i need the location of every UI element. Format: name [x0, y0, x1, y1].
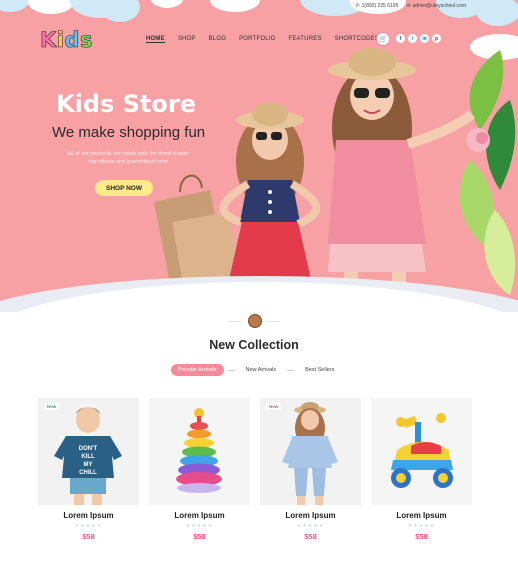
tab-best-sellers[interactable]: Best Sellers [298, 364, 341, 376]
teddy-bear-icon [248, 314, 262, 328]
star-rating: ★★★★★ [407, 523, 436, 529]
site-logo[interactable]: Kids [40, 28, 94, 53]
product-price: $58 [193, 532, 206, 541]
cloud-decoration [210, 0, 260, 12]
nav-item-features[interactable]: FEATURES [288, 36, 321, 43]
topbar: ✆ 1(800) 225 6195 ✉ admin@ufeyschool.com [355, 3, 466, 9]
product-price: $58 [304, 532, 317, 541]
phone-icon: ✆ [355, 3, 360, 9]
product-name[interactable]: Lorem Ipsum [38, 511, 139, 520]
product-price: $58 [82, 532, 95, 541]
product-grid: New DON'T KILL MY CHILL Lorem Ipsum ★★★★… [38, 398, 472, 541]
cloud-decoration [0, 0, 30, 12]
topbar-email[interactable]: ✉ admin@ufeyschool.com [406, 3, 466, 9]
divider-line [228, 321, 242, 322]
nav-item-shortcodes[interactable]: SHORTCODES [335, 36, 379, 43]
facebook-icon[interactable]: f [396, 34, 405, 43]
section-title: New Collection [209, 338, 299, 352]
logo-letter: s [80, 28, 94, 53]
star-rating: ★★★★★ [296, 523, 325, 529]
tab-separator [287, 369, 295, 371]
collection-tabs: Popular Arrivals New Arrivals Best Selle… [171, 364, 341, 376]
tab-new-arrivals[interactable]: New Arrivals [239, 364, 284, 376]
pinterest-icon[interactable]: p [432, 34, 441, 43]
main-nav: HOME SHOP BLOG PORTFOLIO FEATURES SHORTC… [146, 36, 392, 43]
product-image[interactable]: New [260, 398, 361, 505]
product-image[interactable] [371, 398, 472, 505]
star-rating: ★★★★★ [185, 523, 214, 529]
tab-separator [227, 369, 235, 371]
cloud-decoration [100, 0, 140, 22]
cloud-decoration [28, 0, 74, 14]
nav-item-home[interactable]: HOME [146, 36, 165, 43]
svg-text:MY: MY [84, 462, 93, 468]
cart-icon[interactable]: 🛒 [376, 32, 390, 46]
star-rating: ★★★★★ [74, 523, 103, 529]
product-image[interactable] [149, 398, 250, 505]
nav-item-portfolio[interactable]: PORTFOLIO [239, 36, 275, 43]
product-name[interactable]: Lorem Ipsum [371, 511, 472, 520]
cloud-decoration [476, 0, 518, 26]
cloud-decoration [150, 0, 184, 8]
social-links: f t in p [396, 34, 441, 43]
product-image[interactable]: New DON'T KILL MY CHILL [38, 398, 139, 505]
mail-icon: ✉ [406, 3, 411, 9]
twitter-icon[interactable]: t [408, 34, 417, 43]
nav-item-blog[interactable]: BLOG [209, 36, 226, 43]
nav-item-shop[interactable]: SHOP [178, 36, 196, 43]
shop-now-button[interactable]: SHOP NOW [95, 180, 153, 196]
new-badge: New [266, 403, 282, 410]
hero-title: Kids Store [56, 90, 197, 118]
svg-text:KILL: KILL [81, 454, 95, 460]
divider-line [266, 321, 280, 322]
girl-blue-outfit-image [282, 402, 338, 505]
svg-text:CHILL: CHILL [79, 470, 97, 476]
new-badge: New [44, 403, 60, 410]
topbar-phone[interactable]: ✆ 1(800) 225 6195 [355, 3, 398, 9]
tab-popular-arrivals[interactable]: Popular Arrivals [171, 364, 224, 376]
product-price: $58 [415, 532, 428, 541]
logo-letter: K [40, 28, 57, 53]
product-name[interactable]: Lorem Ipsum [149, 511, 250, 520]
product-card[interactable]: Lorem Ipsum ★★★★★ $58 [149, 398, 250, 541]
stacking-rings-toy-image [176, 408, 222, 493]
product-card[interactable]: New Lorem Ipsum ★★★★★ $58 [260, 398, 361, 541]
hero-description: All of our products are made with the fi… [67, 151, 189, 165]
svg-text:DON'T: DON'T [79, 446, 98, 452]
boy-tshirt-image: DON'T KILL MY CHILL [54, 407, 122, 505]
linkedin-icon[interactable]: in [420, 34, 429, 43]
toy-scooter-image [391, 413, 453, 488]
hero-subtitle: We make shopping fun [52, 124, 206, 141]
logo-letter: d [64, 28, 81, 53]
girl-in-pink-image [328, 48, 475, 304]
product-name[interactable]: Lorem Ipsum [260, 511, 361, 520]
product-card[interactable]: New DON'T KILL MY CHILL Lorem Ipsum ★★★★… [38, 398, 139, 541]
email-text: admin@ufeyschool.com [412, 3, 466, 9]
product-card[interactable]: Lorem Ipsum ★★★★★ $58 [371, 398, 472, 541]
phone-text: 1(800) 225 6195 [361, 3, 399, 9]
